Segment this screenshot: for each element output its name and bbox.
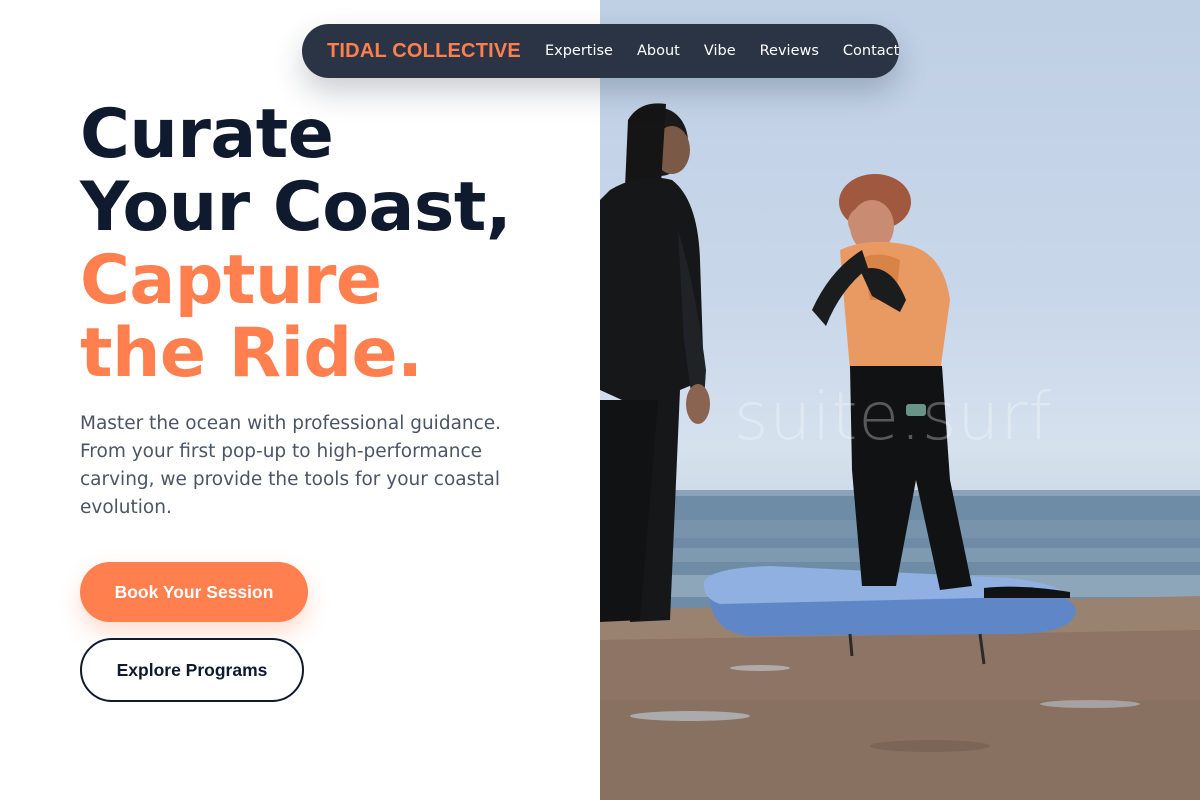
headline-line-4: the Ride.: [80, 314, 423, 393]
nav-link-expertise[interactable]: Expertise: [545, 43, 613, 59]
headline-line-3: Capture: [80, 241, 382, 320]
nav-link-about[interactable]: About: [637, 43, 680, 59]
hero-headline: Curate Your Coast, Capture the Ride.: [80, 98, 560, 390]
hero-photo: suite.surf: [600, 0, 1200, 800]
book-session-button[interactable]: Book Your Session: [80, 562, 308, 622]
nav-link-contact[interactable]: Contact: [843, 43, 899, 59]
hero-description: Master the ocean with professional guida…: [80, 413, 502, 518]
explore-programs-button[interactable]: Explore Programs: [80, 638, 304, 702]
top-navigation: TIDAL COLLECTIVE Expertise About Vibe Re…: [302, 24, 899, 78]
photo-watermark: suite.surf: [734, 378, 1053, 455]
nav-link-vibe[interactable]: Vibe: [704, 43, 736, 59]
brand-logo[interactable]: TIDAL COLLECTIVE: [327, 40, 521, 63]
headline-line-1: Curate: [80, 95, 334, 174]
headline-line-2: Your Coast,: [80, 168, 512, 247]
nav-link-reviews[interactable]: Reviews: [760, 43, 819, 59]
